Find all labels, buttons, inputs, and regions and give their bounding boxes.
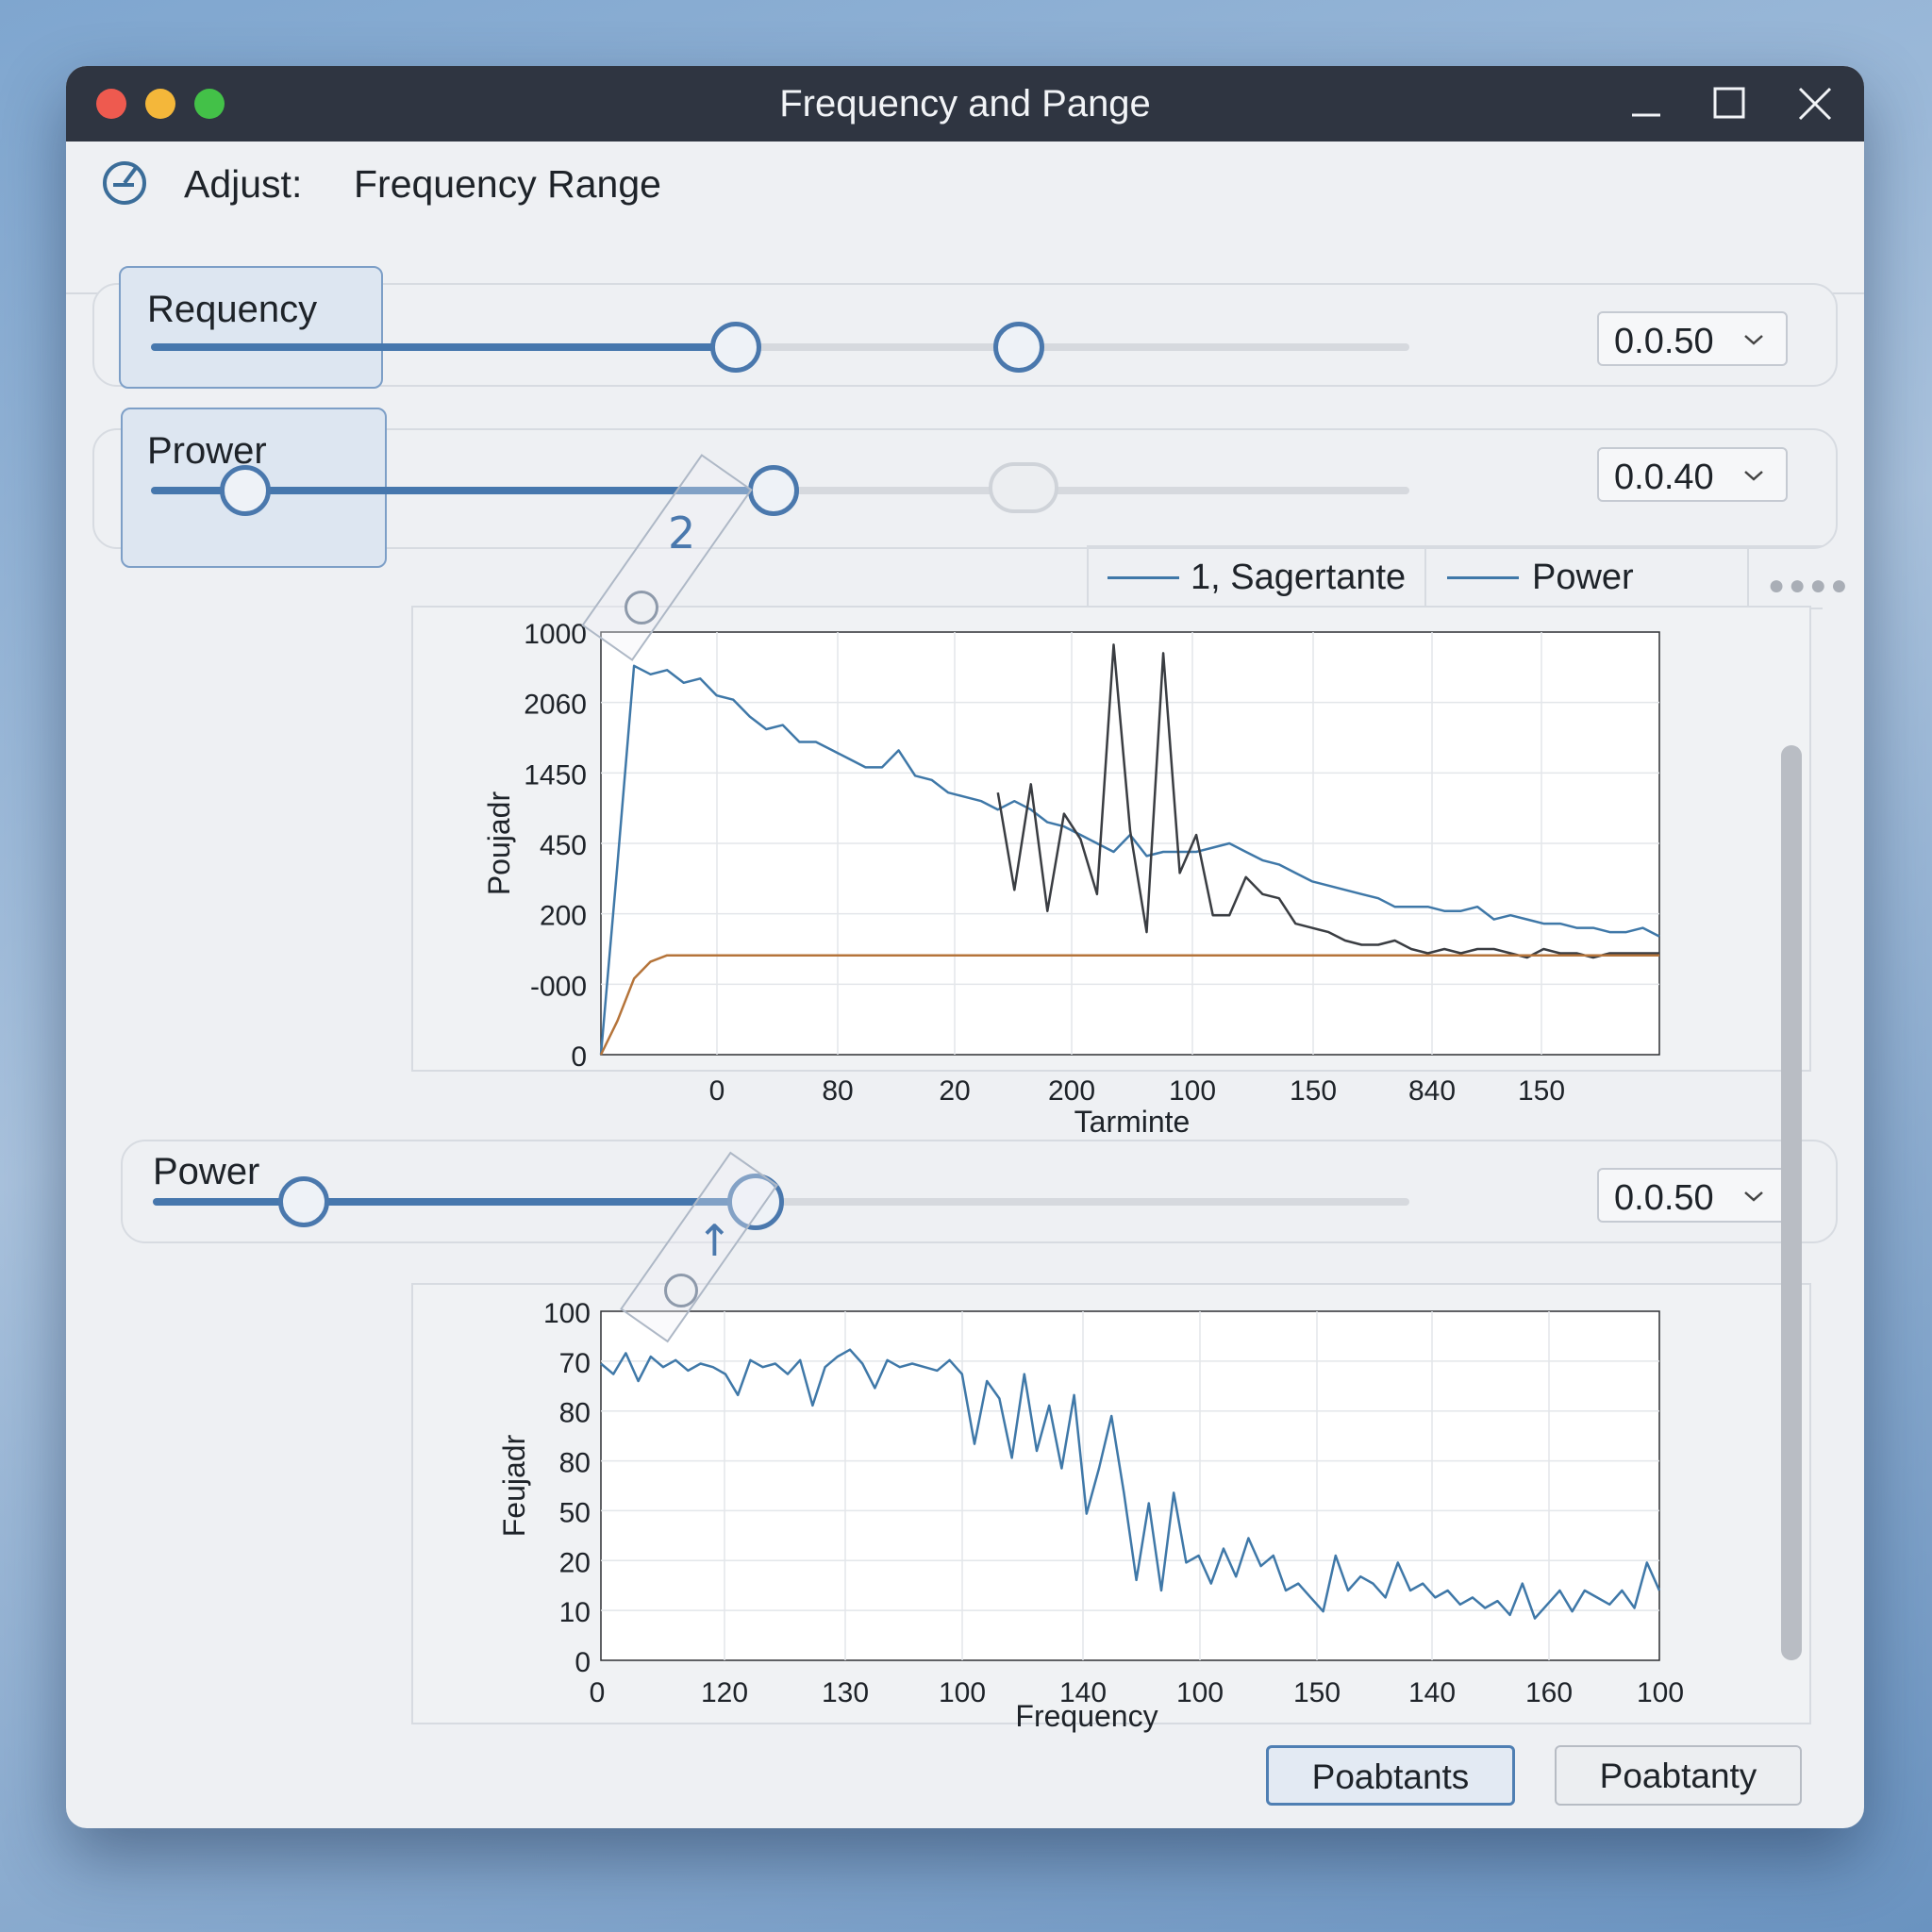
y-tick-label: 100 <box>543 1298 591 1329</box>
annotation-number-1: 2 <box>668 508 696 558</box>
y-tick-label: 80 <box>559 1398 591 1429</box>
x-axis-title: Frequency <box>1015 1699 1158 1733</box>
y-tick-label: 80 <box>559 1448 591 1479</box>
x-tick-label: 130 <box>822 1677 869 1708</box>
y-tick-label: 70 <box>559 1348 591 1379</box>
app-window: Frequency and Pange Adjust: Frequency Ra… <box>66 66 1864 1828</box>
x-tick-label: 120 <box>701 1677 748 1708</box>
x-tick-label: 100 <box>1637 1677 1684 1708</box>
x-tick-label: 140 <box>1408 1677 1456 1708</box>
vertical-scrollbar[interactable] <box>1781 745 1802 1660</box>
y-axis-title: Feujadr <box>497 1434 531 1537</box>
plot-area <box>600 1310 1660 1661</box>
annotation-number-2: ↑ <box>696 1215 733 1266</box>
poabtants-button[interactable]: Poabtants <box>1266 1745 1515 1806</box>
x-tick-label: 160 <box>1525 1677 1573 1708</box>
y-tick-label: 50 <box>559 1497 591 1528</box>
x-tick-label: 150 <box>1293 1677 1341 1708</box>
y-tick-label: 0 <box>575 1647 591 1678</box>
x-tick-label: 0 <box>590 1677 606 1708</box>
x-tick-label: 100 <box>939 1677 986 1708</box>
poabtanty-button[interactable]: Poabtanty <box>1555 1745 1802 1806</box>
annotation-handle-2[interactable] <box>664 1274 698 1307</box>
x-tick-label: 100 <box>1176 1677 1224 1708</box>
y-tick-label: 10 <box>559 1597 591 1628</box>
annotation-handle-1[interactable] <box>625 591 658 625</box>
y-tick-label: 20 <box>559 1547 591 1578</box>
chart-bottom: 10070808050201000 120 130 100 140 100 150 140 16… <box>497 1298 1684 1733</box>
